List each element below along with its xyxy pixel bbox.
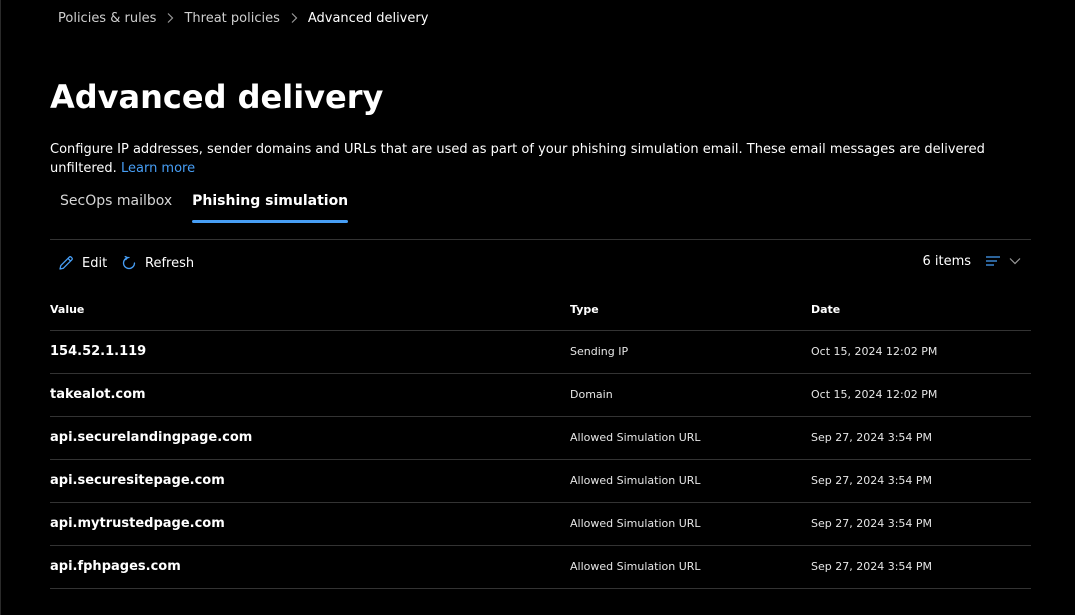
table-row[interactable]: api.securelandingpage.com Allowed Simula… [50, 417, 1031, 460]
breadcrumb-threat-policies[interactable]: Threat policies [184, 11, 279, 26]
table-row[interactable]: api.securesitepage.com Allowed Simulatio… [50, 460, 1031, 503]
row-type: Allowed Simulation URL [570, 560, 701, 573]
column-header-type[interactable]: Type [570, 303, 599, 316]
filter-menu-button[interactable] [985, 254, 1023, 268]
row-type: Domain [570, 388, 613, 401]
edit-label: Edit [82, 255, 108, 271]
column-header-value[interactable]: Value [50, 303, 84, 316]
tab-phishing-simulation[interactable]: Phishing simulation [182, 188, 358, 224]
refresh-label: Refresh [145, 255, 195, 271]
page-description: Configure IP addresses, sender domains a… [50, 140, 1035, 178]
tab-secops-mailbox[interactable]: SecOps mailbox [50, 188, 182, 224]
row-type: Allowed Simulation URL [570, 517, 701, 530]
refresh-icon [122, 255, 136, 270]
table-row[interactable]: api.fphpages.com Allowed Simulation URL … [50, 546, 1031, 589]
edit-button[interactable]: Edit [57, 252, 107, 274]
row-date: Sep 27, 2024 3:54 PM [811, 474, 933, 487]
learn-more-link[interactable]: Learn more [121, 161, 195, 176]
column-header-date[interactable]: Date [811, 303, 840, 316]
row-value: 154.52.1.119 [50, 344, 147, 359]
breadcrumb: Policies & rules Threat policies Advance… [58, 9, 428, 27]
row-value: takealot.com [50, 387, 146, 402]
page-title: Advanced delivery [50, 78, 384, 116]
tab-list: SecOps mailbox Phishing simulation [50, 188, 358, 224]
items-count: 6 items [922, 254, 971, 269]
table-row[interactable]: takealot.com Domain Oct 15, 2024 12:02 P… [50, 374, 1031, 417]
filter-lines-icon [986, 256, 1000, 266]
row-value: api.fphpages.com [50, 559, 181, 574]
row-value: api.securelandingpage.com [50, 430, 253, 445]
row-date: Sep 27, 2024 3:54 PM [811, 560, 933, 573]
row-type: Sending IP [570, 345, 629, 358]
table-header: Value Type Date [50, 289, 1031, 331]
row-value: api.securesitepage.com [50, 473, 225, 488]
chevron-right-icon [290, 12, 298, 24]
phishing-simulation-table: Value Type Date 154.52.1.119 Sending IP … [50, 289, 1031, 589]
command-bar: Edit Refresh 6 items [50, 239, 1031, 285]
row-date: Sep 27, 2024 3:54 PM [811, 431, 933, 444]
breadcrumb-advanced-delivery: Advanced delivery [307, 10, 429, 26]
pencil-icon [59, 256, 73, 270]
row-value: api.mytrustedpage.com [50, 516, 225, 531]
row-date: Sep 27, 2024 3:54 PM [811, 517, 933, 530]
table-row[interactable]: 154.52.1.119 Sending IP Oct 15, 2024 12:… [50, 331, 1031, 374]
chevron-right-icon [166, 12, 174, 24]
table-row[interactable]: api.mytrustedpage.com Allowed Simulation… [50, 503, 1031, 546]
refresh-button[interactable]: Refresh [120, 252, 194, 274]
chevron-down-icon [1009, 258, 1021, 265]
row-type: Allowed Simulation URL [570, 431, 701, 444]
row-type: Allowed Simulation URL [570, 474, 701, 487]
row-date: Oct 15, 2024 12:02 PM [811, 345, 938, 358]
advanced-delivery-page: Policies & rules Threat policies Advance… [0, 0, 1075, 615]
row-date: Oct 15, 2024 12:02 PM [811, 388, 938, 401]
breadcrumb-policies-rules[interactable]: Policies & rules [58, 11, 156, 26]
